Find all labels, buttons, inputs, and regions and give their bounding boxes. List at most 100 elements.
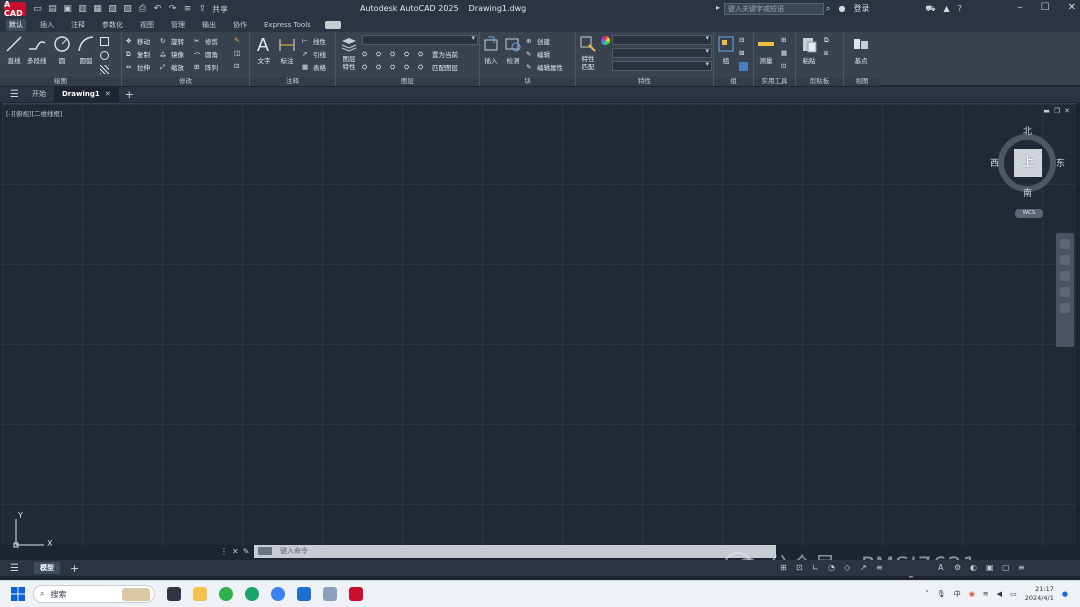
group-button[interactable]: 组 — [717, 35, 735, 65]
ungroup-icon[interactable]: ⊟ — [739, 36, 748, 45]
group-edit-icon[interactable]: ⊠ — [739, 49, 748, 58]
command-customize-icon[interactable]: ✎ — [243, 547, 250, 556]
tray-app-icon[interactable]: ◉ — [969, 590, 975, 598]
maximize-icon[interactable]: ☐ — [1041, 2, 1050, 13]
panel-label-clipboard[interactable]: 剪贴板 — [796, 77, 843, 86]
customize-status-icon[interactable]: ≡ — [1018, 563, 1028, 573]
ortho-icon[interactable]: ∟ — [812, 563, 822, 573]
tab-model[interactable]: 模型 — [34, 562, 60, 574]
input-method-icon[interactable]: 中 — [954, 589, 961, 599]
search-expand-icon[interactable]: ▸ — [716, 3, 720, 12]
tab-default[interactable]: 默认 — [6, 19, 26, 31]
edit-block-button[interactable]: ✎ 编辑 — [526, 49, 550, 60]
ellipse-icon[interactable] — [100, 51, 109, 60]
save-icon[interactable]: ▣ — [62, 4, 73, 14]
new-tab-icon[interactable]: + — [125, 88, 134, 101]
insert-block-button[interactable]: 插入 — [482, 35, 500, 65]
match-properties-button[interactable]: 特性 匹配 — [579, 35, 597, 71]
panel-label-view[interactable]: 视图 — [844, 77, 880, 86]
create-block-button[interactable]: ⊕ 创建 — [526, 36, 550, 47]
copy-button[interactable]: ⧉ 复制 — [126, 49, 150, 60]
quick-select-icon[interactable]: ⊞ — [781, 36, 790, 45]
stretch-button[interactable]: ⇔ 拉伸 — [126, 62, 150, 73]
print-icon[interactable]: ⎙ — [137, 4, 148, 14]
table-button[interactable]: ▦ 表格 — [302, 62, 326, 73]
close-tab-icon[interactable]: ✕ — [105, 90, 111, 98]
sign-in-label[interactable]: 登录 — [853, 3, 869, 14]
edge-browser-icon[interactable] — [245, 587, 259, 601]
layer-walk-icon[interactable]: ⛭ — [404, 63, 413, 72]
panel-label-properties[interactable]: 特性 — [576, 77, 713, 86]
polyline-button[interactable]: 多段线 — [27, 35, 47, 65]
workspace-icon[interactable]: ⚙ — [954, 563, 964, 573]
battery-icon[interactable]: ▭ — [1010, 590, 1017, 598]
compass-west[interactable]: 西 — [990, 156, 999, 169]
panel-label-utilities[interactable]: 实用工具 — [754, 77, 795, 86]
new-file-icon[interactable]: ▭ — [32, 4, 43, 14]
file-explorer-icon[interactable] — [193, 587, 207, 601]
set-current-icon[interactable]: ⛭ — [418, 50, 427, 59]
security-shield-icon[interactable] — [297, 587, 311, 601]
lineweight-combo[interactable] — [612, 60, 712, 71]
user-icon[interactable]: ● — [838, 4, 845, 13]
line-button[interactable]: 直线 — [5, 35, 23, 65]
minimize-icon[interactable]: – — [1018, 2, 1023, 13]
layer-combo[interactable] — [362, 34, 478, 45]
match-layer-label[interactable]: 匹配图层 — [432, 62, 458, 72]
autocad-taskbar-icon[interactable] — [349, 587, 363, 601]
panel-label-groups[interactable]: 组 — [714, 77, 753, 86]
pan-icon[interactable] — [1060, 255, 1070, 265]
command-input[interactable]: 键入命令 — [254, 544, 776, 558]
layer-on-icon[interactable]: ⛭ — [362, 63, 371, 72]
clean-screen-icon[interactable]: ▢ — [1002, 563, 1012, 573]
tab-view[interactable]: 视图 — [137, 19, 157, 31]
command-grip-icon[interactable]: ⋮ — [220, 547, 228, 556]
tab-express-tools[interactable]: Express Tools — [261, 20, 314, 30]
tab-output[interactable]: 输出 — [199, 19, 219, 31]
save-as-icon[interactable]: ▥ — [77, 4, 88, 14]
autocad-logo[interactable]: A CAD — [4, 0, 26, 18]
close-icon[interactable]: ✕ — [1068, 2, 1076, 13]
isolate-icon[interactable]: ◐ — [970, 563, 980, 573]
drawing-canvas[interactable]: [-][俯视][二维线框] ▬ ❐ ✕ 上 北 南 东 西 WCS Y X — [2, 103, 1076, 548]
leader-button[interactable]: ↗ 引线 — [302, 49, 326, 60]
tab-drawing1[interactable]: Drawing1 ✕ — [54, 87, 119, 102]
compass-north[interactable]: 北 — [1023, 124, 1032, 137]
layer-properties-button[interactable]: 图层 特性 — [340, 35, 358, 71]
tab-annotate[interactable]: 注释 — [68, 19, 88, 31]
panel-label-layers[interactable]: 图层 — [336, 77, 479, 86]
fillet-button[interactable]: ⌒ 圆角 — [194, 49, 218, 60]
layer-thaw-icon[interactable]: ⛭ — [376, 63, 385, 72]
undo-icon[interactable]: ↶ — [152, 4, 163, 14]
match-layer-icon[interactable]: ⛭ — [418, 63, 427, 72]
add-layout-icon[interactable]: + — [70, 562, 79, 575]
taskbar-search[interactable]: ⌕ 搜索 — [33, 585, 155, 603]
panel-label-modify[interactable]: 修改 — [122, 77, 249, 86]
compass-east[interactable]: 东 — [1056, 156, 1065, 169]
grid-icon[interactable]: ⊞ — [780, 563, 790, 573]
layer-lock-icon[interactable]: ⛭ — [404, 50, 413, 59]
volume-icon[interactable]: ◀ — [997, 590, 1002, 598]
text-button[interactable]: A 文字 — [255, 35, 273, 65]
rectangle-icon[interactable] — [100, 37, 109, 46]
task-view-icon[interactable] — [167, 587, 181, 601]
viewport-controls-label[interactable]: [-][俯视][二维线框] — [6, 108, 63, 118]
rotate-button[interactable]: ↻ 旋转 — [160, 36, 184, 47]
tab-manage[interactable]: 管理 — [168, 19, 188, 31]
command-history-icon[interactable] — [258, 547, 272, 555]
tab-insert[interactable]: 插入 — [37, 19, 57, 31]
erase-icon[interactable]: ✎ — [234, 36, 243, 45]
calculator-icon[interactable]: ▦ — [781, 49, 790, 58]
wcs-menu[interactable]: WCS — [1015, 209, 1043, 218]
tab-parametric[interactable]: 参数化 — [99, 19, 126, 31]
share-label[interactable]: 共享 — [212, 4, 228, 15]
layer-freeze-icon[interactable]: ⛭ — [390, 50, 399, 59]
layout-menu-icon[interactable]: ☰ — [10, 563, 24, 574]
trim-button[interactable]: ✂ 修剪 — [194, 36, 218, 47]
search-icon[interactable]: ⌕ — [826, 4, 830, 14]
panel-label-draw[interactable]: 绘图 — [0, 77, 121, 86]
linetype-combo[interactable] — [612, 47, 712, 58]
paste-button[interactable]: 粘贴 — [800, 35, 818, 65]
circle-button[interactable]: 圆 — [53, 35, 71, 65]
help-icon[interactable]: ? — [958, 4, 962, 13]
